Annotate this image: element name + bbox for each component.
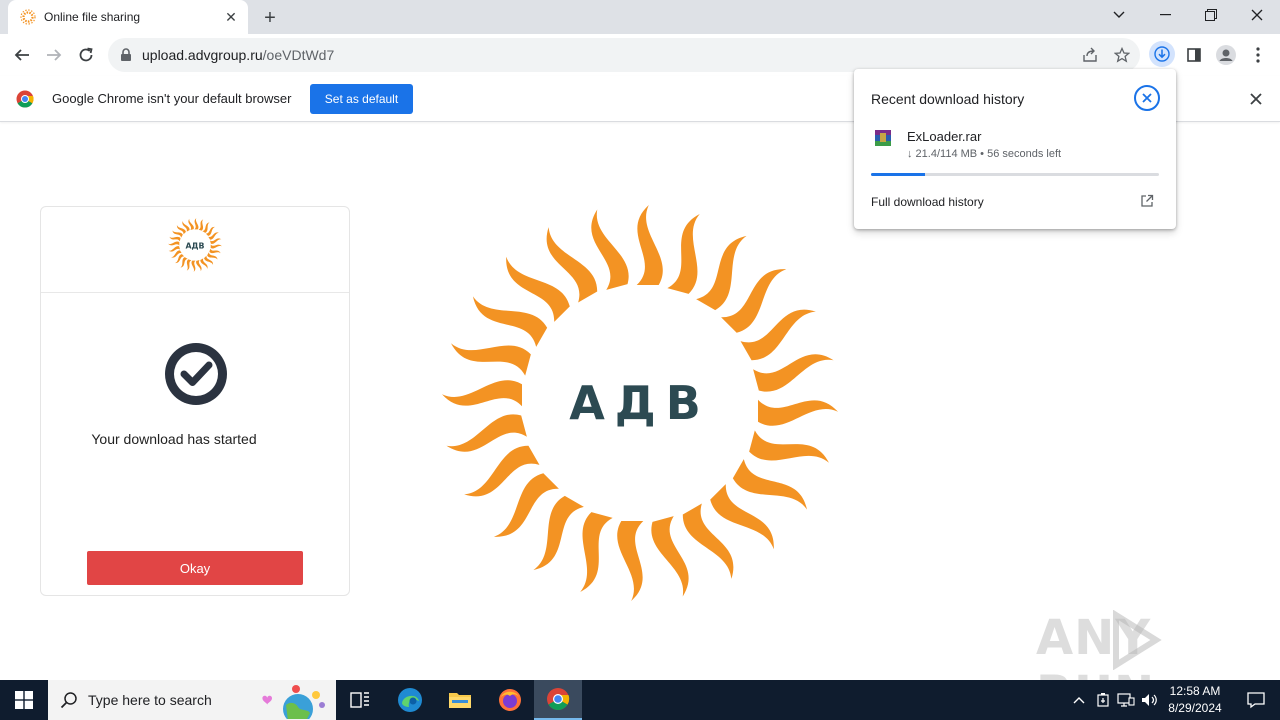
logo-ray xyxy=(210,244,222,249)
forward-arrow-icon xyxy=(47,49,62,61)
notification-center-button[interactable] xyxy=(1232,680,1280,720)
infobar-close-icon[interactable] xyxy=(1246,89,1266,109)
tab-search-chevron-icon[interactable] xyxy=(1096,0,1142,30)
bubble-close-icon[interactable] xyxy=(1134,85,1160,111)
back-button[interactable] xyxy=(8,42,36,68)
downloads-button[interactable] xyxy=(1149,41,1175,67)
clock-date: 8/29/2024 xyxy=(1168,701,1222,715)
show-hidden-icons-chevron-icon[interactable] xyxy=(1070,691,1088,709)
logo-ray xyxy=(758,399,838,426)
logo-ray xyxy=(580,512,613,592)
menu-kebab-icon[interactable] xyxy=(1246,44,1270,66)
taskbar-clock[interactable]: 12:58 AM 8/29/2024 xyxy=(1160,683,1230,717)
sun-logo-icon xyxy=(20,9,36,25)
share-icon[interactable] xyxy=(1080,45,1100,65)
battery-plug-icon[interactable] xyxy=(1094,691,1112,709)
adv-logo-small: АДВ xyxy=(168,218,222,272)
logo-ray xyxy=(749,430,829,463)
taskbar-firefox[interactable] xyxy=(486,680,534,720)
notification-icon xyxy=(1247,692,1265,709)
external-link-icon[interactable] xyxy=(1140,194,1154,208)
close-window-button[interactable] xyxy=(1234,0,1280,30)
logo-ray xyxy=(191,260,196,272)
logo-ray xyxy=(194,218,199,230)
download-progress-fill xyxy=(871,173,926,176)
taskbar-search-box[interactable]: Type here to search xyxy=(48,680,336,720)
task-view-button[interactable] xyxy=(336,680,384,720)
tab-title: Online file sharing xyxy=(44,10,141,24)
rar-archive-icon xyxy=(875,130,891,146)
logo-ray xyxy=(617,521,644,601)
chrome-logo-icon xyxy=(16,90,34,108)
folder-icon xyxy=(449,693,471,708)
search-icon xyxy=(60,692,77,709)
logo-ray xyxy=(667,214,700,294)
tab-close-icon[interactable]: ✕ xyxy=(222,8,240,26)
network-icon[interactable] xyxy=(1117,691,1135,709)
restore-button[interactable] xyxy=(1188,0,1234,30)
back-arrow-icon xyxy=(14,49,29,61)
logo-ray xyxy=(451,343,531,376)
search-placeholder: Type here to search xyxy=(88,692,212,708)
logo-text: АДВ xyxy=(569,376,711,430)
clock-time: 12:58 AM xyxy=(1169,684,1221,698)
firefox-icon xyxy=(499,689,521,711)
full-download-history-link[interactable]: Full download history xyxy=(871,195,984,209)
taskbar-edge[interactable] xyxy=(386,680,434,720)
watermark-play-icon xyxy=(1113,610,1162,670)
edge-icon xyxy=(398,688,422,712)
download-progress-bar xyxy=(871,173,1159,176)
checkmark-circle-icon xyxy=(165,343,227,405)
new-tab-button[interactable]: + xyxy=(258,6,282,30)
bookmark-star-icon[interactable] xyxy=(1112,45,1132,65)
taskbar-chrome[interactable] xyxy=(534,680,582,720)
start-button[interactable] xyxy=(0,680,48,720)
download-card: АДВ Your download has started Okay xyxy=(40,206,350,596)
download-started-text: Your download has started xyxy=(91,431,257,447)
bubble-title: Recent download history xyxy=(871,91,1025,107)
adv-logo-large: АДВ xyxy=(442,205,838,601)
logo-text-small: АДВ xyxy=(186,241,205,250)
windows-taskbar: Type here to search 12:58 AM 8/29/2024 xyxy=(0,680,1280,720)
search-highlight-globe-icon xyxy=(262,685,325,719)
windows-logo-icon xyxy=(15,691,33,709)
logo-ray xyxy=(169,236,181,242)
profile-avatar-icon[interactable] xyxy=(1214,44,1238,66)
logo-ray xyxy=(186,259,192,271)
set-default-button[interactable]: Set as default xyxy=(310,84,413,114)
reload-icon xyxy=(79,47,93,62)
okay-button[interactable]: Okay xyxy=(87,551,303,585)
card-header: АДВ xyxy=(41,207,349,293)
logo-ray xyxy=(636,205,663,285)
download-file-name[interactable]: ExLoader.rar xyxy=(907,129,981,144)
chrome-icon xyxy=(547,688,570,710)
url-text[interactable]: upload.advgroup.ru/oeVDtWd7 xyxy=(142,47,334,63)
download-status: ↓ 21.4/114 MB • 56 seconds left xyxy=(907,148,1062,160)
logo-ray xyxy=(198,219,204,231)
address-bar[interactable]: upload.advgroup.ru/oeVDtWd7 xyxy=(108,38,1140,72)
tab-online-file-sharing[interactable]: Online file sharing ✕ xyxy=(8,0,248,34)
minimize-button[interactable] xyxy=(1142,0,1188,30)
logo-ray xyxy=(209,248,221,254)
tab-strip: Online file sharing ✕ + xyxy=(0,0,1280,34)
task-view-icon xyxy=(350,692,369,708)
lock-icon[interactable] xyxy=(120,48,132,62)
infobar-message: Google Chrome isn't your default browser xyxy=(52,91,292,106)
reload-button[interactable] xyxy=(72,42,100,68)
volume-icon[interactable] xyxy=(1141,691,1159,709)
forward-button[interactable] xyxy=(40,42,68,68)
logo-ray xyxy=(442,380,522,407)
taskbar-file-explorer[interactable] xyxy=(436,680,484,720)
download-icon xyxy=(1154,46,1170,62)
side-panel-icon[interactable] xyxy=(1182,44,1206,66)
logo-ray xyxy=(168,241,180,246)
download-bubble: Recent download history ExLoader.rar ↓ 2… xyxy=(854,69,1176,229)
